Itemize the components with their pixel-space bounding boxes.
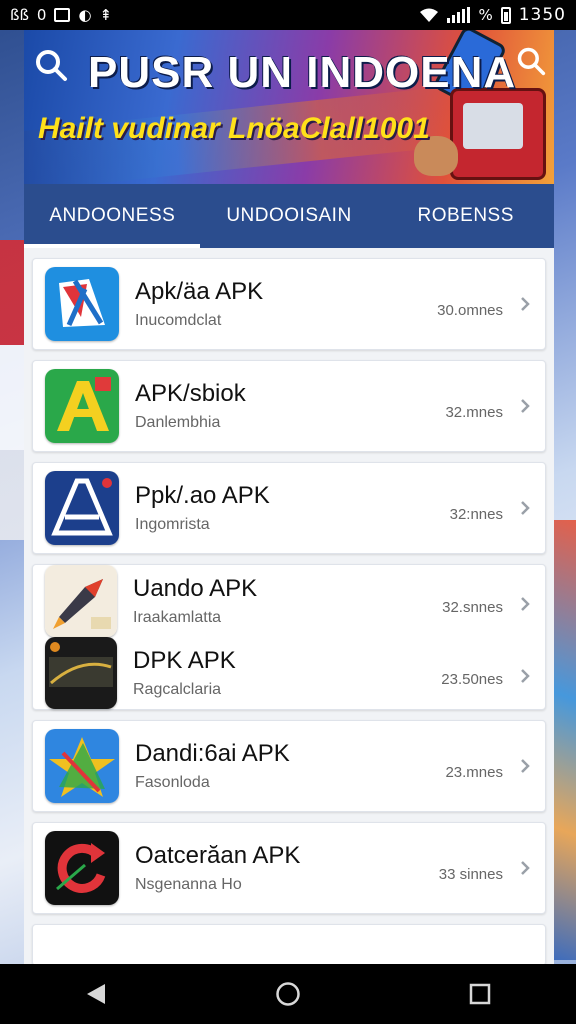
tab-robenss[interactable]: ROBENSS (377, 184, 554, 248)
battery-icon (500, 6, 511, 24)
clock: 1350 (518, 5, 566, 25)
status-text-2: 0 (36, 6, 47, 24)
list-item[interactable]: APK/sbiok Danlembhia 32.mnes (32, 360, 546, 452)
recents-button[interactable] (465, 979, 495, 1009)
usb-icon: ⇞ (99, 6, 113, 24)
app-size: 33 sinnes (438, 865, 503, 883)
list-group: Uando APK Iraakamlatta 32.snnes DPK APK (32, 564, 546, 710)
star-tile-icon (45, 729, 119, 803)
back-icon (87, 984, 105, 1004)
recents-icon (469, 983, 491, 1005)
status-bar: ßß 0 ◐ ⇞ % 1350 (0, 0, 576, 30)
search-icon[interactable] (34, 48, 68, 82)
app-size: 23.50nes (441, 670, 503, 688)
app-subtitle: Ragcalclaria (133, 681, 222, 698)
app-name: Ppk/.ao APK (135, 482, 270, 509)
app-size: 30.omnes (437, 301, 503, 319)
home-button[interactable] (273, 979, 303, 1009)
app-name: Dandi:6ai APK (135, 740, 290, 767)
app-size: 23.mnes (445, 763, 503, 781)
app-size: 32:nnes (449, 505, 503, 523)
app-name: Uando APK (133, 575, 258, 602)
app-window: PUSR UN INDOENA Hailt vudinar LnöaClall1… (24, 30, 554, 964)
green-a-icon (45, 369, 119, 443)
banner-title: PUSR UN INDOENA (88, 48, 517, 97)
device-illustration (450, 88, 546, 180)
app-list: Apk/äa APK Inucomdclat 30.omnes APK/sbio… (24, 248, 554, 964)
list-item[interactable]: DPK APK Ragcalclaria 23.50nes (33, 637, 545, 709)
chevron-right-icon (521, 759, 530, 773)
app-name: Oatcerăan APK (135, 842, 301, 869)
app-subtitle: Ingomrista (135, 516, 210, 533)
list-item[interactable]: Dandi:6ai APK Fasonloda 23.mnes (32, 720, 546, 812)
photo-notification-icon (54, 8, 71, 22)
status-left: ßß 0 ◐ ⇞ (10, 6, 112, 24)
signal-icon (447, 7, 471, 23)
red-refresh-icon (45, 831, 119, 905)
rocket-icon (45, 565, 117, 637)
app-subtitle: Inucomdclat (135, 312, 222, 329)
chevron-right-icon (521, 596, 530, 611)
wifi-icon (420, 8, 439, 22)
app-name: Apk/äa APK (135, 278, 264, 305)
battery-percent-label: % (478, 6, 493, 24)
chevron-right-icon (521, 297, 530, 311)
navy-a-icon (45, 471, 119, 545)
app-name: DPK APK (133, 647, 236, 674)
app-subtitle: Iraakamlatta (133, 609, 222, 626)
dark-grunge-icon (45, 637, 117, 709)
app-size: 32.snnes (442, 598, 503, 616)
chevron-right-icon (521, 861, 530, 875)
chevron-right-icon (521, 668, 530, 683)
search-icon-right[interactable] (516, 46, 546, 76)
list-item[interactable]: Ppk/.ao APK Ingomrista 32:nnes (32, 462, 546, 554)
active-tab-indicator (24, 244, 200, 248)
banner-subtitle: Hailt vudinar LnöaClall1001 (38, 112, 430, 145)
app-subtitle: Danlembhia (135, 414, 221, 431)
status-text: ßß (10, 6, 29, 24)
back-button[interactable] (81, 979, 111, 1009)
app-name: APK/sbiok (135, 380, 246, 407)
chevron-right-icon (521, 501, 530, 515)
header-banner: PUSR UN INDOENA Hailt vudinar LnöaClall1… (24, 30, 554, 184)
app-subtitle: Fasonloda (135, 774, 210, 791)
app-subtitle: Nsgenanna Ho (135, 876, 242, 893)
status-right: % 1350 (419, 5, 566, 25)
blue-tile-icon (45, 267, 119, 341)
sync-notification-icon: ◐ (78, 6, 92, 24)
tab-bar: ANDOONESS UNDOOISAIN ROBENSS (24, 184, 554, 248)
chevron-right-icon (521, 399, 530, 413)
home-icon (276, 982, 300, 1006)
tab-undooisain[interactable]: UNDOOISAIN (201, 184, 378, 248)
tab-andooness[interactable]: ANDOONESS (24, 184, 201, 248)
list-item-partial[interactable] (32, 924, 546, 964)
list-item[interactable]: Uando APK Iraakamlatta 32.snnes (33, 565, 545, 637)
background-flag-left (0, 240, 26, 540)
list-item[interactable]: Oatcerăan APK Nsgenanna Ho 33 sinnes (32, 822, 546, 914)
navigation-bar (0, 964, 576, 1024)
list-item[interactable]: Apk/äa APK Inucomdclat 30.omnes (32, 258, 546, 350)
app-size: 32.mnes (445, 403, 503, 421)
